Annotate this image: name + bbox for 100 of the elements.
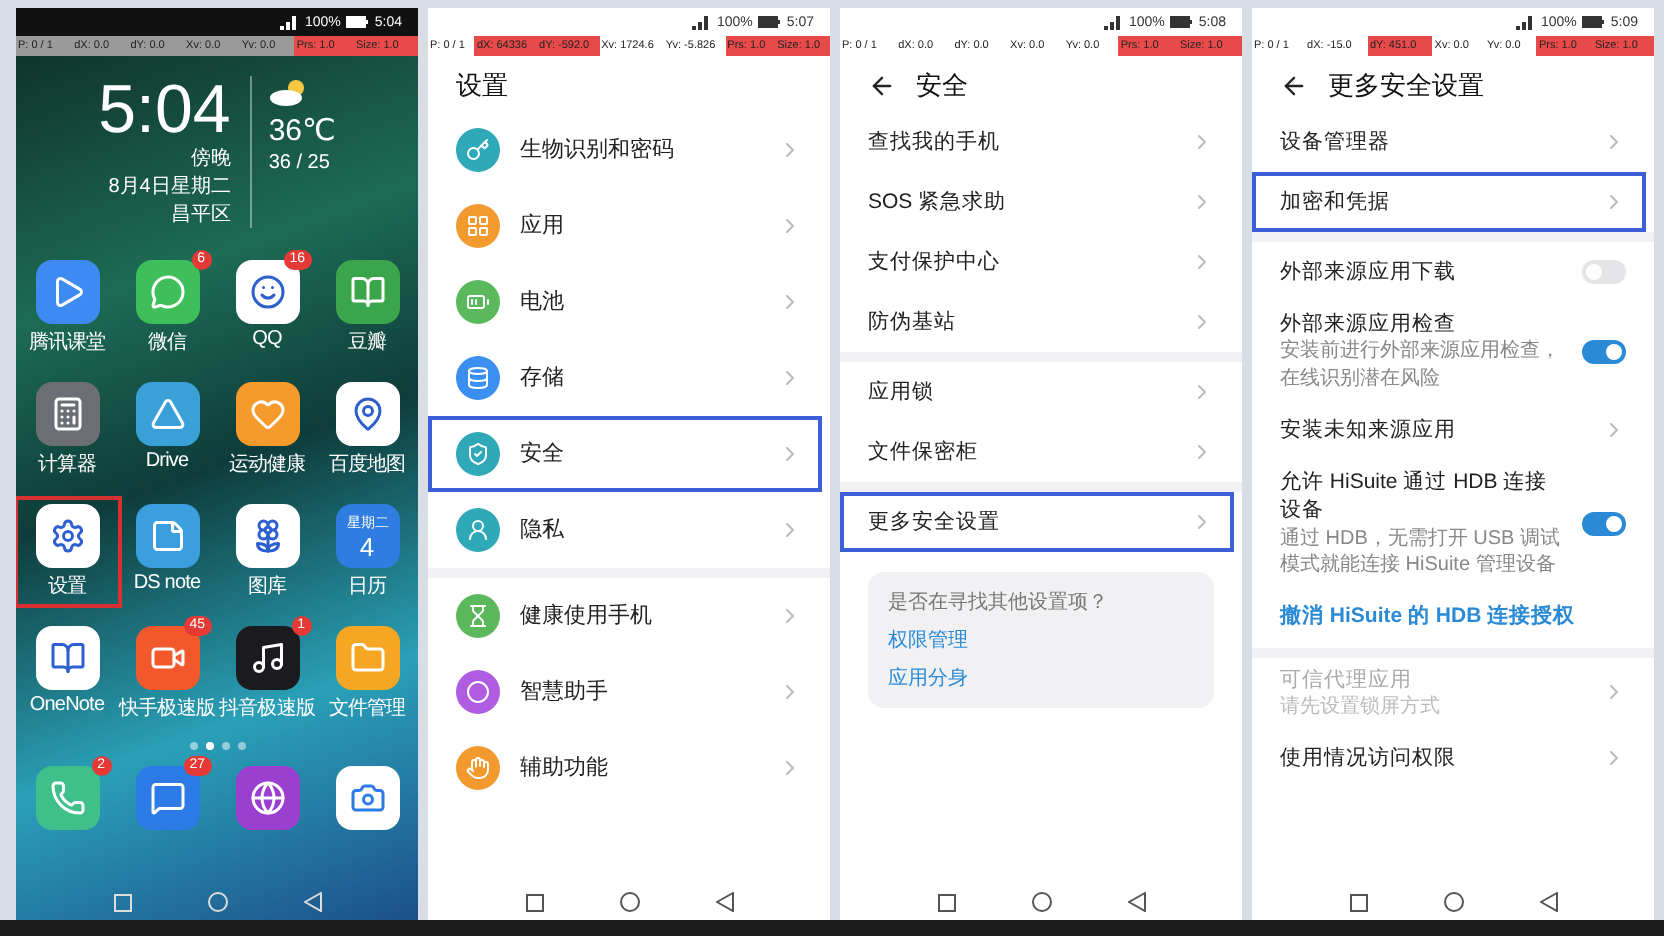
dock-app-icon[interactable] xyxy=(335,766,399,830)
home-icon[interactable] xyxy=(619,892,639,912)
setting-label: 隐私 xyxy=(520,515,566,545)
book-icon xyxy=(349,274,385,310)
app-label: 设置 xyxy=(47,573,87,600)
setting-label: 查找我的手机 xyxy=(868,127,1002,157)
app-icon[interactable] xyxy=(135,260,199,324)
dock-app-icon[interactable] xyxy=(135,766,199,830)
setting-label: 存储 xyxy=(520,363,566,393)
app-icon[interactable] xyxy=(35,504,99,568)
clock-date: 8月4日星期二 xyxy=(108,173,231,200)
app-label: 运动健康 xyxy=(228,451,306,478)
screen-title: 更多安全设置 xyxy=(1328,68,1484,104)
app-icon[interactable] xyxy=(35,260,99,324)
highlighted-setting-row[interactable]: 加密和凭据 xyxy=(1252,172,1646,232)
setting-row[interactable]: 外部来源应用下载 xyxy=(1252,242,1646,302)
back-icon[interactable] xyxy=(715,892,733,912)
setting-description: 通过 HDB，无需打开 USB 调试模式就能连接 HiSuite 管理设备 xyxy=(1280,525,1562,580)
toggle-switch[interactable] xyxy=(1582,511,1626,536)
home-icon[interactable] xyxy=(1443,892,1463,912)
setting-row[interactable]: 使用情况访问权限 xyxy=(1252,728,1646,789)
app-icon[interactable] xyxy=(135,382,199,446)
app-icon[interactable] xyxy=(235,382,299,446)
setting-row[interactable]: 隐私 xyxy=(428,492,822,568)
app-label: 文件管理 xyxy=(328,695,406,722)
setting-label: 文件保密柜 xyxy=(868,437,980,467)
app-label: 日历 xyxy=(347,574,387,600)
setting-label: 生物识别和密码 xyxy=(520,135,676,165)
setting-row[interactable]: 设备管理器 xyxy=(1252,112,1646,172)
heart-icon xyxy=(249,396,285,432)
setting-label: 健康使用手机 xyxy=(520,601,654,631)
calculator-icon xyxy=(49,396,85,432)
app-label: DS note xyxy=(133,572,201,594)
signal-icon xyxy=(1104,15,1123,29)
setting-row[interactable]: 健康使用手机 xyxy=(428,578,822,654)
map-pin-icon xyxy=(349,396,385,432)
calendar-icon-text: 4 xyxy=(359,533,375,559)
app-label: 抖音极速版 xyxy=(218,695,315,722)
setting-label: 外部来源应用检查 xyxy=(1280,310,1458,339)
back-icon[interactable] xyxy=(1127,892,1145,912)
app-icon[interactable] xyxy=(35,626,99,690)
setting-label: 应用 xyxy=(520,211,566,241)
battery-icon xyxy=(1170,16,1193,28)
app-icon[interactable] xyxy=(235,260,299,324)
app-label: OneNote xyxy=(29,694,105,716)
toggle-switch[interactable] xyxy=(1582,339,1626,364)
app-icon[interactable] xyxy=(335,260,399,324)
setting-row[interactable]: 外部来源应用检查 安装前进行外部来源应用检查，在线识别潜在风险 xyxy=(1252,302,1646,401)
screen-title: 安全 xyxy=(916,68,968,104)
app-icon[interactable] xyxy=(135,504,199,568)
music-note-icon xyxy=(249,640,285,676)
setting-row[interactable]: 应用锁 xyxy=(840,362,1234,422)
revoke-link[interactable]: 撤消 HiSuite 的 HDB 连接授权 xyxy=(1280,602,1626,632)
setting-row[interactable]: 辅助功能 xyxy=(428,730,822,806)
temperature: 36℃ xyxy=(268,112,336,148)
setting-row[interactable]: 撤消 HiSuite 的 HDB 连接授权 xyxy=(1252,587,1646,648)
setting-row[interactable]: 存储 xyxy=(428,340,822,416)
recents-icon[interactable] xyxy=(1349,893,1367,911)
triangle-icon xyxy=(149,396,185,432)
app-icon[interactable] xyxy=(235,626,299,690)
suggestion-question: 是否在寻找其他设置项？ xyxy=(888,589,1110,616)
recents-icon[interactable] xyxy=(525,893,543,911)
page-indicator xyxy=(189,742,245,750)
setting-row[interactable]: 电池 xyxy=(428,264,822,340)
setting-label: 可信代理应用 xyxy=(1280,665,1414,694)
signal-icon xyxy=(280,15,299,29)
app-label: 腾讯课堂 xyxy=(28,329,106,356)
setting-row[interactable]: 生物识别和密码 xyxy=(428,112,822,188)
highlighted-setting-row[interactable]: 更多安全设置 xyxy=(840,492,1234,552)
folder-icon xyxy=(349,640,385,676)
time-period: 傍晚 xyxy=(190,145,231,172)
setting-row[interactable]: 允许 HiSuite 通过 HDB 连接设备 通过 HDB，无需打开 USB 调试模式就能连接 HiSuite 管理设备 xyxy=(1252,460,1646,588)
back-arrow-icon[interactable] xyxy=(1280,72,1308,100)
setting-row[interactable]: 支付保护中心 xyxy=(840,232,1234,292)
dock-app-icon[interactable] xyxy=(235,766,299,830)
dock-app-icon[interactable] xyxy=(35,766,99,830)
setting-row[interactable]: 应用 xyxy=(428,188,822,264)
app-icon[interactable] xyxy=(35,382,99,446)
toggle-switch[interactable] xyxy=(1582,260,1626,284)
app-icon[interactable] xyxy=(235,504,299,568)
setting-row[interactable]: SOS 紧急求助 xyxy=(840,172,1234,232)
setting-row[interactable]: 安装未知来源应用 xyxy=(1252,400,1646,461)
app-label: 图库 xyxy=(247,573,287,600)
setting-label: 防伪基站 xyxy=(868,307,958,337)
back-icon[interactable] xyxy=(1539,892,1557,912)
highlighted-setting-row[interactable]: 安全 xyxy=(428,416,822,492)
screen-title: 设置 xyxy=(456,68,508,104)
signal-icon xyxy=(1516,15,1535,29)
setting-description: 安装前进行外部来源应用检查，在线识别潜在风险 xyxy=(1280,338,1562,393)
setting-row[interactable]: 防伪基站 xyxy=(840,292,1234,352)
setting-label: 更多安全设置 xyxy=(868,507,1002,537)
setting-label: 辅助功能 xyxy=(520,753,610,783)
recents-icon[interactable] xyxy=(937,893,955,911)
app-icon[interactable] xyxy=(335,382,399,446)
setting-row[interactable]: 查找我的手机 xyxy=(840,112,1234,172)
home-icon[interactable] xyxy=(1031,892,1051,912)
battery-icon xyxy=(346,16,369,28)
setting-row[interactable]: 智慧助手 xyxy=(428,654,822,730)
setting-row[interactable]: 文件保密柜 xyxy=(840,422,1234,482)
setting-label: 外部来源应用下载 xyxy=(1280,257,1458,287)
